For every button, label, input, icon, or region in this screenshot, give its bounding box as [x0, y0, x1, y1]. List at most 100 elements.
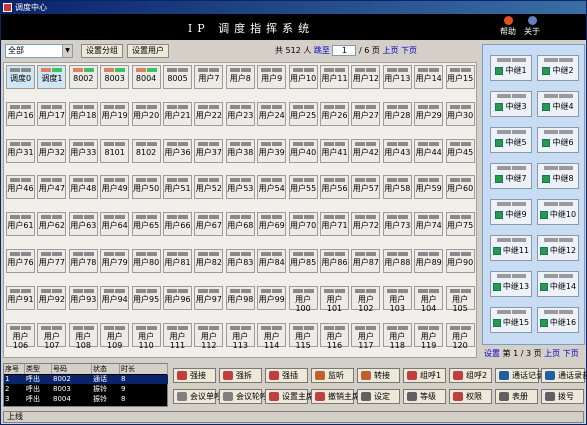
user-cell[interactable]: 用户9 — [257, 65, 287, 89]
set-group-button[interactable]: 设置分组 — [81, 44, 123, 58]
trunk-cell[interactable]: 中继13 — [490, 271, 532, 297]
user-cell[interactable]: 用户11 — [320, 65, 349, 89]
user-cell[interactable]: 用户111 — [163, 322, 192, 350]
user-cell[interactable]: 用户48 — [68, 175, 98, 200]
user-cell[interactable]: 用户49 — [100, 175, 130, 200]
user-cell[interactable]: 用户56 — [320, 175, 349, 200]
call-table-header[interactable]: 时长 — [120, 364, 168, 374]
trunk-cell[interactable]: 中继10 — [537, 199, 579, 225]
call-table-cell[interactable]: 振铃 — [92, 395, 120, 404]
user-cell[interactable]: 8102 — [131, 138, 161, 163]
trunk-cell[interactable]: 中继8 — [537, 163, 579, 189]
user-cell[interactable]: 用户93 — [68, 285, 98, 310]
user-cell[interactable]: 用户36 — [163, 138, 192, 163]
next-page-link[interactable]: 下页 — [401, 46, 417, 55]
trunk-cell[interactable]: 中继2 — [537, 55, 579, 81]
trunk-next-link[interactable]: 下页 — [563, 349, 579, 358]
action-button[interactable]: 强接 — [173, 368, 216, 383]
trunk-cell[interactable]: 中继11 — [490, 235, 532, 261]
set-user-button[interactable]: 设置用户 — [127, 44, 169, 58]
call-table-cell[interactable]: 2 — [4, 385, 25, 394]
user-cell[interactable]: 用户45 — [445, 138, 475, 163]
user-cell[interactable]: 用户27 — [351, 101, 381, 126]
group-select[interactable]: 全部 ▼ — [5, 44, 73, 58]
user-cell[interactable]: 用户97 — [194, 285, 224, 310]
user-cell[interactable]: 用户77 — [37, 249, 67, 273]
user-cell[interactable]: 用户54 — [257, 175, 287, 200]
user-cell[interactable]: 用户43 — [382, 138, 412, 163]
user-cell[interactable]: 用户20 — [131, 101, 161, 126]
user-cell[interactable]: 用户65 — [131, 212, 161, 237]
user-cell[interactable]: 用户30 — [445, 101, 475, 126]
action-button[interactable]: 等级 — [403, 389, 446, 404]
action-button[interactable]: 组呼1 — [403, 368, 446, 383]
about-button[interactable]: 关于 — [521, 16, 543, 38]
user-cell[interactable]: 用户64 — [100, 212, 130, 237]
action-button[interactable]: 表册 — [495, 389, 538, 404]
user-cell[interactable]: 用户53 — [225, 175, 255, 200]
user-cell[interactable]: 用户109 — [100, 322, 130, 350]
user-cell[interactable]: 用户47 — [37, 175, 67, 200]
trunk-cell[interactable]: 中继15 — [490, 307, 532, 333]
user-cell[interactable]: 用户88 — [382, 249, 412, 273]
user-cell[interactable]: 用户72 — [351, 212, 381, 237]
action-button[interactable]: 通话录音 — [541, 368, 587, 383]
user-cell[interactable]: 用户112 — [194, 322, 224, 350]
user-cell[interactable]: 用户21 — [163, 101, 192, 126]
user-cell[interactable]: 用户113 — [225, 322, 255, 350]
trunk-set-link[interactable]: 设置 — [484, 349, 500, 358]
user-cell[interactable]: 用户22 — [194, 101, 224, 126]
user-cell[interactable]: 用户66 — [163, 212, 192, 237]
user-cell[interactable]: 用户52 — [194, 175, 224, 200]
user-cell[interactable]: 8002 — [68, 65, 98, 89]
user-cell[interactable]: 用户106 — [6, 322, 35, 350]
user-cell[interactable]: 用户59 — [414, 175, 444, 200]
call-table-header[interactable]: 类型 — [25, 364, 52, 374]
user-cell[interactable]: 用户55 — [288, 175, 318, 200]
user-cell[interactable]: 用户116 — [320, 322, 349, 350]
user-cell[interactable]: 用户8 — [225, 65, 255, 89]
user-cell[interactable]: 用户32 — [37, 138, 67, 163]
user-cell[interactable]: 用户98 — [225, 285, 255, 310]
user-cell[interactable]: 用户19 — [100, 101, 130, 126]
user-cell[interactable]: 用户62 — [37, 212, 67, 237]
trunk-cell[interactable]: 中继4 — [537, 91, 579, 117]
call-table-cell[interactable]: 8 — [120, 375, 168, 384]
user-cell[interactable]: 用户31 — [6, 138, 35, 163]
user-cell[interactable]: 用户26 — [320, 101, 349, 126]
user-cell[interactable]: 用户76 — [6, 249, 35, 273]
user-cell[interactable]: 调度0 — [6, 65, 35, 89]
page-input[interactable]: 1 — [332, 45, 357, 56]
user-cell[interactable]: 用户74 — [414, 212, 444, 237]
trunk-cell[interactable]: 中继16 — [537, 307, 579, 333]
user-cell[interactable]: 用户85 — [288, 249, 318, 273]
user-cell[interactable]: 用户115 — [288, 322, 318, 350]
user-cell[interactable]: 用户102 — [351, 285, 381, 313]
jump-link[interactable]: 跳至 — [314, 46, 330, 55]
user-cell[interactable]: 用户25 — [288, 101, 318, 126]
user-cell[interactable]: 用户10 — [288, 65, 318, 89]
call-table-cell[interactable]: 9 — [120, 385, 168, 394]
user-cell[interactable]: 用户17 — [37, 101, 67, 126]
user-cell[interactable]: 用户46 — [6, 175, 35, 200]
user-cell[interactable]: 用户100 — [288, 285, 318, 313]
user-cell[interactable]: 用户110 — [131, 322, 161, 350]
action-button[interactable]: 权限 — [449, 389, 492, 404]
user-cell[interactable]: 用户79 — [100, 249, 130, 273]
user-cell[interactable]: 用户94 — [100, 285, 130, 310]
trunk-cell[interactable]: 中继5 — [490, 127, 532, 153]
call-table-cell[interactable]: 3 — [4, 395, 25, 404]
user-cell[interactable]: 用户33 — [68, 138, 98, 163]
user-cell[interactable]: 用户104 — [414, 285, 444, 313]
call-table-cell[interactable]: 呼出 — [25, 375, 52, 384]
user-cell[interactable]: 用户68 — [225, 212, 255, 237]
call-table-cell[interactable]: 8002 — [52, 375, 92, 384]
action-button[interactable]: 监听 — [311, 368, 354, 383]
user-cell[interactable]: 8004 — [131, 65, 161, 89]
user-cell[interactable]: 用户96 — [163, 285, 192, 310]
user-cell[interactable]: 用户114 — [257, 322, 287, 350]
user-cell[interactable]: 用户14 — [414, 65, 444, 89]
call-table-cell[interactable]: 8004 — [52, 395, 92, 404]
user-cell[interactable]: 用户81 — [163, 249, 192, 273]
user-cell[interactable]: 用户95 — [131, 285, 161, 310]
